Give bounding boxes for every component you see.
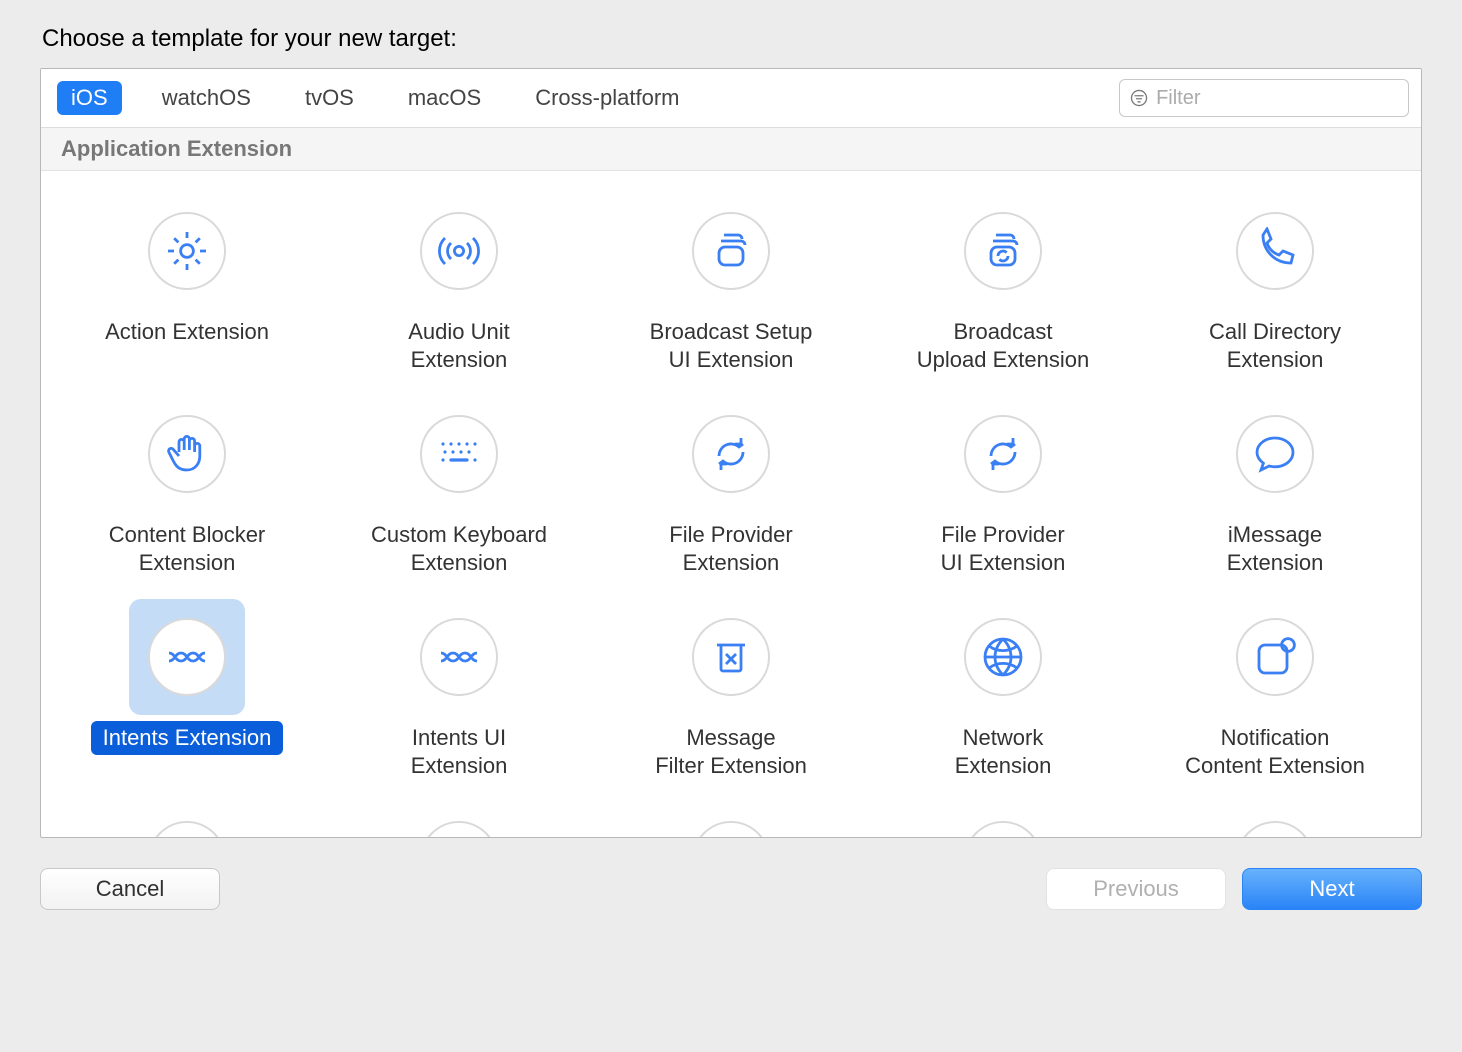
template-item-label: Message Filter Extension — [643, 721, 819, 782]
phone-icon — [1236, 212, 1314, 290]
template-icon-wrap — [945, 802, 1061, 837]
template-item[interactable]: Call Directory Extension — [1139, 193, 1411, 376]
template-item[interactable]: Custom Keyboard Extension — [323, 396, 595, 579]
template-item-label: File Provider UI Extension — [929, 518, 1078, 579]
template-icon-wrap — [1217, 193, 1333, 309]
sync-icon — [964, 415, 1042, 493]
previous-button: Previous — [1046, 868, 1226, 910]
template-item-label: Intents UI Extension — [399, 721, 520, 782]
template-item[interactable]: iMessage Extension — [1139, 396, 1411, 579]
template-item-label: Broadcast Setup UI Extension — [638, 315, 825, 376]
template-item[interactable] — [867, 802, 1139, 837]
template-item[interactable]: Broadcast Upload Extension — [867, 193, 1139, 376]
stack-sync-icon — [964, 212, 1042, 290]
speech-bubble-icon — [1236, 415, 1314, 493]
template-icon-wrap — [129, 802, 245, 837]
template-item-label: Notification Content Extension — [1173, 721, 1377, 782]
globe-icon — [964, 618, 1042, 696]
gear-icon — [148, 212, 226, 290]
template-icon-wrap — [673, 802, 789, 837]
template-item-label: Content Blocker Extension — [97, 518, 278, 579]
template-item-label: Audio Unit Extension — [396, 315, 522, 376]
template-grid-scroll: Action Extension Audio Unit Extension Broa… — [41, 171, 1421, 837]
dialog-footer: Cancel Previous Next — [40, 868, 1422, 910]
dialog-title: Choose a template for your new target: — [42, 25, 1422, 53]
template-item-label: Action Extension — [93, 315, 281, 349]
template-grid: Action Extension Audio Unit Extension Broa… — [41, 171, 1421, 837]
tab-ios[interactable]: iOS — [57, 81, 122, 115]
template-item[interactable]: File Provider UI Extension — [867, 396, 1139, 579]
template-icon-wrap — [401, 802, 517, 837]
template-icon-wrap — [1217, 396, 1333, 512]
tab-cross-platform[interactable]: Cross-platform — [521, 81, 693, 115]
eye-icon — [692, 821, 770, 837]
tab-tvos[interactable]: tvOS — [291, 81, 368, 115]
template-item[interactable] — [323, 802, 595, 837]
template-item[interactable]: Audio Unit Extension — [323, 193, 595, 376]
template-item[interactable]: Intents UI Extension — [323, 599, 595, 782]
magnifier-icon — [1236, 821, 1314, 837]
next-button[interactable]: Next — [1242, 868, 1422, 910]
template-item[interactable]: Broadcast Setup UI Extension — [595, 193, 867, 376]
template-icon-wrap — [945, 193, 1061, 309]
template-icon-wrap — [401, 599, 517, 715]
template-item[interactable]: Network Extension — [867, 599, 1139, 782]
template-panel: iOS watchOS tvOS macOS Cross-platform Ap… — [40, 68, 1422, 838]
template-item[interactable]: Message Filter Extension — [595, 599, 867, 782]
share-icon — [964, 821, 1042, 837]
platform-tabs: iOS watchOS tvOS macOS Cross-platform — [53, 81, 693, 115]
template-item-label: Broadcast Upload Extension — [905, 315, 1101, 376]
tab-watchos[interactable]: watchOS — [148, 81, 265, 115]
template-icon-wrap — [945, 396, 1061, 512]
audio-wave-icon — [420, 212, 498, 290]
template-icon-wrap — [673, 396, 789, 512]
template-icon-wrap — [945, 599, 1061, 715]
trash-icon — [692, 618, 770, 696]
cancel-button[interactable]: Cancel — [40, 868, 220, 910]
wave-icon — [148, 618, 226, 696]
template-item-label: Call Directory Extension — [1197, 315, 1353, 376]
template-item-label: Network Extension — [943, 721, 1064, 782]
template-item-label: Custom Keyboard Extension — [359, 518, 559, 579]
template-item[interactable] — [51, 802, 323, 837]
template-item[interactable]: File Provider Extension — [595, 396, 867, 579]
notification-small-icon — [148, 821, 226, 837]
tab-macos[interactable]: macOS — [394, 81, 495, 115]
notification-icon — [1236, 618, 1314, 696]
template-icon-wrap — [1217, 599, 1333, 715]
template-item[interactable]: Intents Extension — [51, 599, 323, 782]
sync-icon — [692, 415, 770, 493]
template-item[interactable] — [595, 802, 867, 837]
sliders-icon — [420, 821, 498, 837]
template-icon-wrap — [129, 396, 245, 512]
template-icon-wrap — [1217, 802, 1333, 837]
filter-input[interactable] — [1156, 87, 1398, 110]
template-item[interactable] — [1139, 802, 1411, 837]
template-icon-wrap — [673, 193, 789, 309]
platform-toolbar: iOS watchOS tvOS macOS Cross-platform — [41, 69, 1421, 128]
template-item-label: Intents Extension — [91, 721, 284, 755]
template-icon-wrap — [401, 193, 517, 309]
template-icon-wrap — [129, 599, 245, 715]
template-item[interactable]: Notification Content Extension — [1139, 599, 1411, 782]
template-item[interactable]: Action Extension — [51, 193, 323, 376]
section-header: Application Extension — [41, 128, 1421, 171]
template-item[interactable]: Content Blocker Extension — [51, 396, 323, 579]
template-item-label: File Provider Extension — [657, 518, 804, 579]
keyboard-icon — [420, 415, 498, 493]
filter-icon — [1130, 88, 1148, 108]
template-icon-wrap — [129, 193, 245, 309]
template-item-label: iMessage Extension — [1215, 518, 1336, 579]
wave-icon — [420, 618, 498, 696]
template-icon-wrap — [401, 396, 517, 512]
stack-icon — [692, 212, 770, 290]
filter-field[interactable] — [1119, 79, 1409, 117]
template-icon-wrap — [673, 599, 789, 715]
hand-icon — [148, 415, 226, 493]
